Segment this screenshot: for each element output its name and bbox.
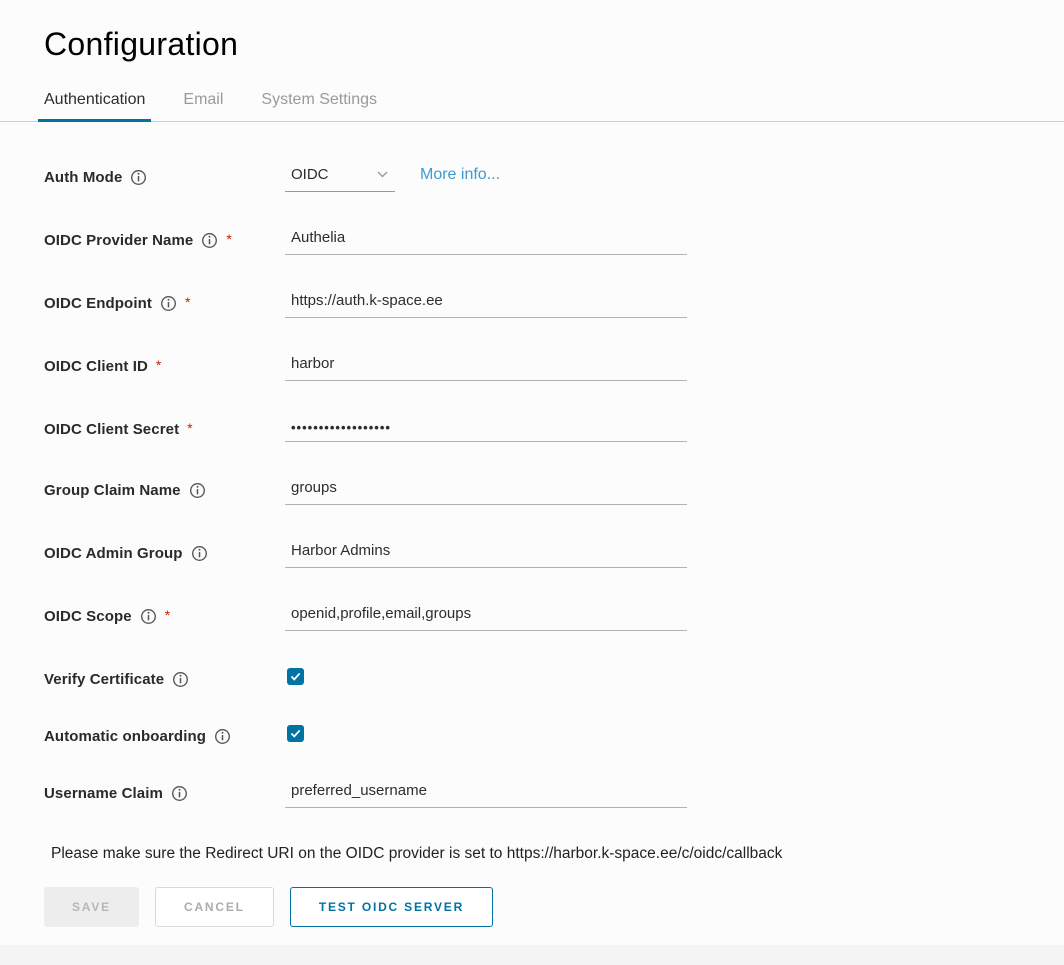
oidc-admin-group-label: OIDC Admin Group	[44, 542, 285, 562]
form-row-oidc-client-id: OIDC Client ID *	[44, 355, 1020, 381]
test-oidc-server-button[interactable]: TEST OIDC SERVER	[290, 887, 493, 927]
oidc-endpoint-input[interactable]	[285, 292, 687, 318]
authentication-form: Auth Mode OIDC More info... OIDC Provide…	[44, 166, 1020, 808]
tab-system-settings[interactable]: System Settings	[255, 85, 383, 122]
form-row-oidc-admin-group: OIDC Admin Group	[44, 542, 1020, 568]
verify-certificate-checkbox[interactable]	[287, 668, 304, 685]
tab-bar: Authentication Email System Settings	[38, 85, 1020, 122]
username-claim-input[interactable]	[285, 782, 687, 808]
group-claim-name-label: Group Claim Name	[44, 479, 285, 499]
automatic-onboarding-label: Automatic onboarding	[44, 725, 285, 745]
info-icon[interactable]	[171, 785, 188, 802]
field-label-text: OIDC Provider Name	[44, 232, 193, 249]
form-row-oidc-endpoint: OIDC Endpoint *	[44, 292, 1020, 318]
info-icon[interactable]	[172, 671, 189, 688]
field-label-text: Automatic onboarding	[44, 728, 206, 745]
field-label-text: Auth Mode	[44, 169, 122, 186]
oidc-client-id-label: OIDC Client ID *	[44, 355, 285, 375]
verify-certificate-label: Verify Certificate	[44, 668, 285, 688]
form-row-username-claim: Username Claim	[44, 782, 1020, 808]
form-row-verify-certificate: Verify Certificate	[44, 668, 1020, 688]
info-icon[interactable]	[160, 295, 177, 312]
form-row-group-claim-name: Group Claim Name	[44, 479, 1020, 505]
field-label-text: Username Claim	[44, 785, 163, 802]
oidc-provider-name-input[interactable]	[285, 229, 687, 255]
field-label-text: OIDC Endpoint	[44, 295, 152, 312]
info-icon[interactable]	[214, 728, 231, 745]
auth-mode-label: Auth Mode	[44, 166, 285, 186]
oidc-provider-name-label: OIDC Provider Name *	[44, 229, 285, 249]
tab-email[interactable]: Email	[177, 85, 229, 122]
form-row-automatic-onboarding: Automatic onboarding	[44, 725, 1020, 745]
auth-mode-select[interactable]: OIDC	[285, 166, 395, 192]
auth-mode-selected-value: OIDC	[291, 166, 329, 183]
oidc-client-id-input[interactable]	[285, 355, 687, 381]
oidc-client-secret-label: OIDC Client Secret *	[44, 418, 285, 438]
field-label-text: OIDC Client Secret	[44, 421, 179, 438]
page-title: Configuration	[44, 26, 1020, 63]
oidc-admin-group-input[interactable]	[285, 542, 687, 568]
tab-authentication[interactable]: Authentication	[38, 85, 151, 122]
chevron-down-icon	[376, 170, 389, 179]
info-icon[interactable]	[201, 232, 218, 249]
field-label-text: OIDC Client ID	[44, 358, 148, 375]
oidc-endpoint-label: OIDC Endpoint *	[44, 292, 285, 312]
info-icon[interactable]	[140, 608, 157, 625]
required-asterisk: *	[165, 607, 171, 623]
info-icon[interactable]	[189, 482, 206, 499]
automatic-onboarding-checkbox[interactable]	[287, 725, 304, 742]
required-asterisk: *	[156, 357, 162, 373]
required-asterisk: *	[185, 294, 191, 310]
required-asterisk: *	[187, 420, 193, 436]
form-row-oidc-client-secret: OIDC Client Secret *	[44, 418, 1020, 442]
form-row-oidc-provider-name: OIDC Provider Name *	[44, 229, 1020, 255]
more-info-link[interactable]: More info...	[420, 166, 500, 184]
info-icon[interactable]	[130, 169, 147, 186]
required-asterisk: *	[226, 231, 232, 247]
username-claim-label: Username Claim	[44, 782, 285, 802]
oidc-scope-input[interactable]	[285, 605, 687, 631]
group-claim-name-input[interactable]	[285, 479, 687, 505]
info-icon[interactable]	[191, 545, 208, 562]
form-row-auth-mode: Auth Mode OIDC More info...	[44, 166, 1020, 192]
oidc-scope-label: OIDC Scope *	[44, 605, 285, 625]
cancel-button[interactable]: CANCEL	[155, 887, 274, 927]
field-label-text: OIDC Scope	[44, 608, 132, 625]
form-actions: SAVE CANCEL TEST OIDC SERVER	[44, 887, 1020, 927]
save-button[interactable]: SAVE	[44, 887, 139, 927]
form-row-oidc-scope: OIDC Scope *	[44, 605, 1020, 631]
field-label-text: OIDC Admin Group	[44, 545, 183, 562]
field-label-text: Group Claim Name	[44, 482, 181, 499]
redirect-uri-note: Please make sure the Redirect URI on the…	[51, 845, 1020, 863]
configuration-page: Configuration Authentication Email Syste…	[0, 0, 1064, 945]
oidc-client-secret-input[interactable]	[285, 418, 687, 442]
field-label-text: Verify Certificate	[44, 671, 164, 688]
